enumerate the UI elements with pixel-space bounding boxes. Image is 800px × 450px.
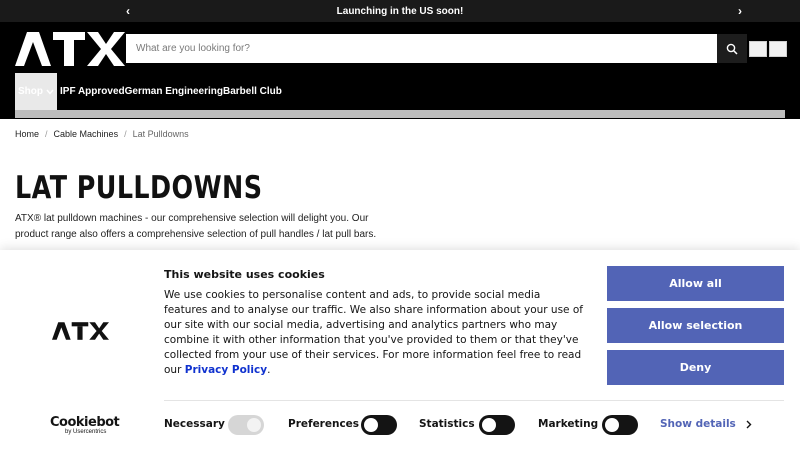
allow-selection-button[interactable]: Allow selection [607,308,784,343]
toggle-preferences[interactable] [361,415,397,435]
cookie-body-end: . [267,364,271,376]
nav-item-barbell-club[interactable]: Barbell Club [223,73,282,110]
search-bar [126,34,747,63]
chevron-down-icon [46,89,54,95]
breadcrumb-current: Lat Pulldowns [132,129,189,139]
breadcrumb-home[interactable]: Home [15,129,39,139]
chevron-left-icon[interactable]: ‹ [120,3,136,19]
nav-item-ipf-approved[interactable]: IPF Approved [60,73,125,110]
account-icon[interactable] [749,41,767,57]
toggle-label-preferences: Preferences [288,418,360,430]
toggle-knob [482,418,496,432]
nav-item-shop[interactable]: Shop [15,73,57,110]
toggle-label-marketing: Marketing [538,418,599,430]
page-title: LAT PULLDOWNS [15,170,263,206]
announcement-text: Launching in the US soon! [336,5,464,17]
toggle-statistics[interactable] [479,415,515,435]
show-details-label: Show details [660,418,736,430]
nav-shop-label: Shop [18,86,43,97]
allow-all-button[interactable]: Allow all [607,266,784,301]
site-header: Shop IPF Approved German Engineering Bar… [0,22,800,119]
atx-logo[interactable] [15,32,125,66]
toggle-knob [364,418,378,432]
cookie-body-text: We use cookies to personalise content an… [164,289,583,376]
toggle-necessary [228,415,264,435]
toggle-label-necessary: Necessary [164,418,225,430]
cart-icon[interactable] [769,41,787,57]
chevron-right-icon[interactable]: › [732,3,748,19]
privacy-policy-link[interactable]: Privacy Policy [185,364,267,376]
cookie-banner-logo [52,322,109,345]
nav-submenu-strip [15,110,785,118]
breadcrumb-separator: / [124,129,127,139]
search-input[interactable] [126,34,716,63]
breadcrumb: Home / Cable Machines / Lat Pulldowns [15,129,189,139]
cookie-consent-dialog: This website uses cookies We use cookies… [0,250,800,450]
show-details-button[interactable]: Show details [660,418,752,430]
main-nav: Shop IPF Approved German Engineering Bar… [15,73,282,110]
toggle-knob [247,418,261,432]
deny-button[interactable]: Deny [607,350,784,385]
page-description: ATX® lat pulldown machines - our compreh… [15,213,377,240]
search-icon [726,43,738,55]
toggle-label-statistics: Statistics [419,418,475,430]
nav-item-german-engineering[interactable]: German Engineering [125,73,223,110]
search-button[interactable] [717,34,747,63]
cookiebot-logo[interactable]: Cookiebot by Usercentrics [50,415,120,435]
cookie-divider [164,400,784,401]
cookie-title: This website uses cookies [164,268,325,281]
chevron-right-icon [746,420,752,428]
cookie-body: We use cookies to personalise content an… [164,288,584,378]
toggle-knob [605,418,619,432]
breadcrumb-cable-machines[interactable]: Cable Machines [54,129,119,139]
toggle-marketing[interactable] [602,415,638,435]
cookiebot-name: Cookiebot [50,415,120,430]
breadcrumb-separator: / [45,129,48,139]
announcement-bar: ‹ Launching in the US soon! › [0,0,800,22]
header-icons [749,41,787,57]
